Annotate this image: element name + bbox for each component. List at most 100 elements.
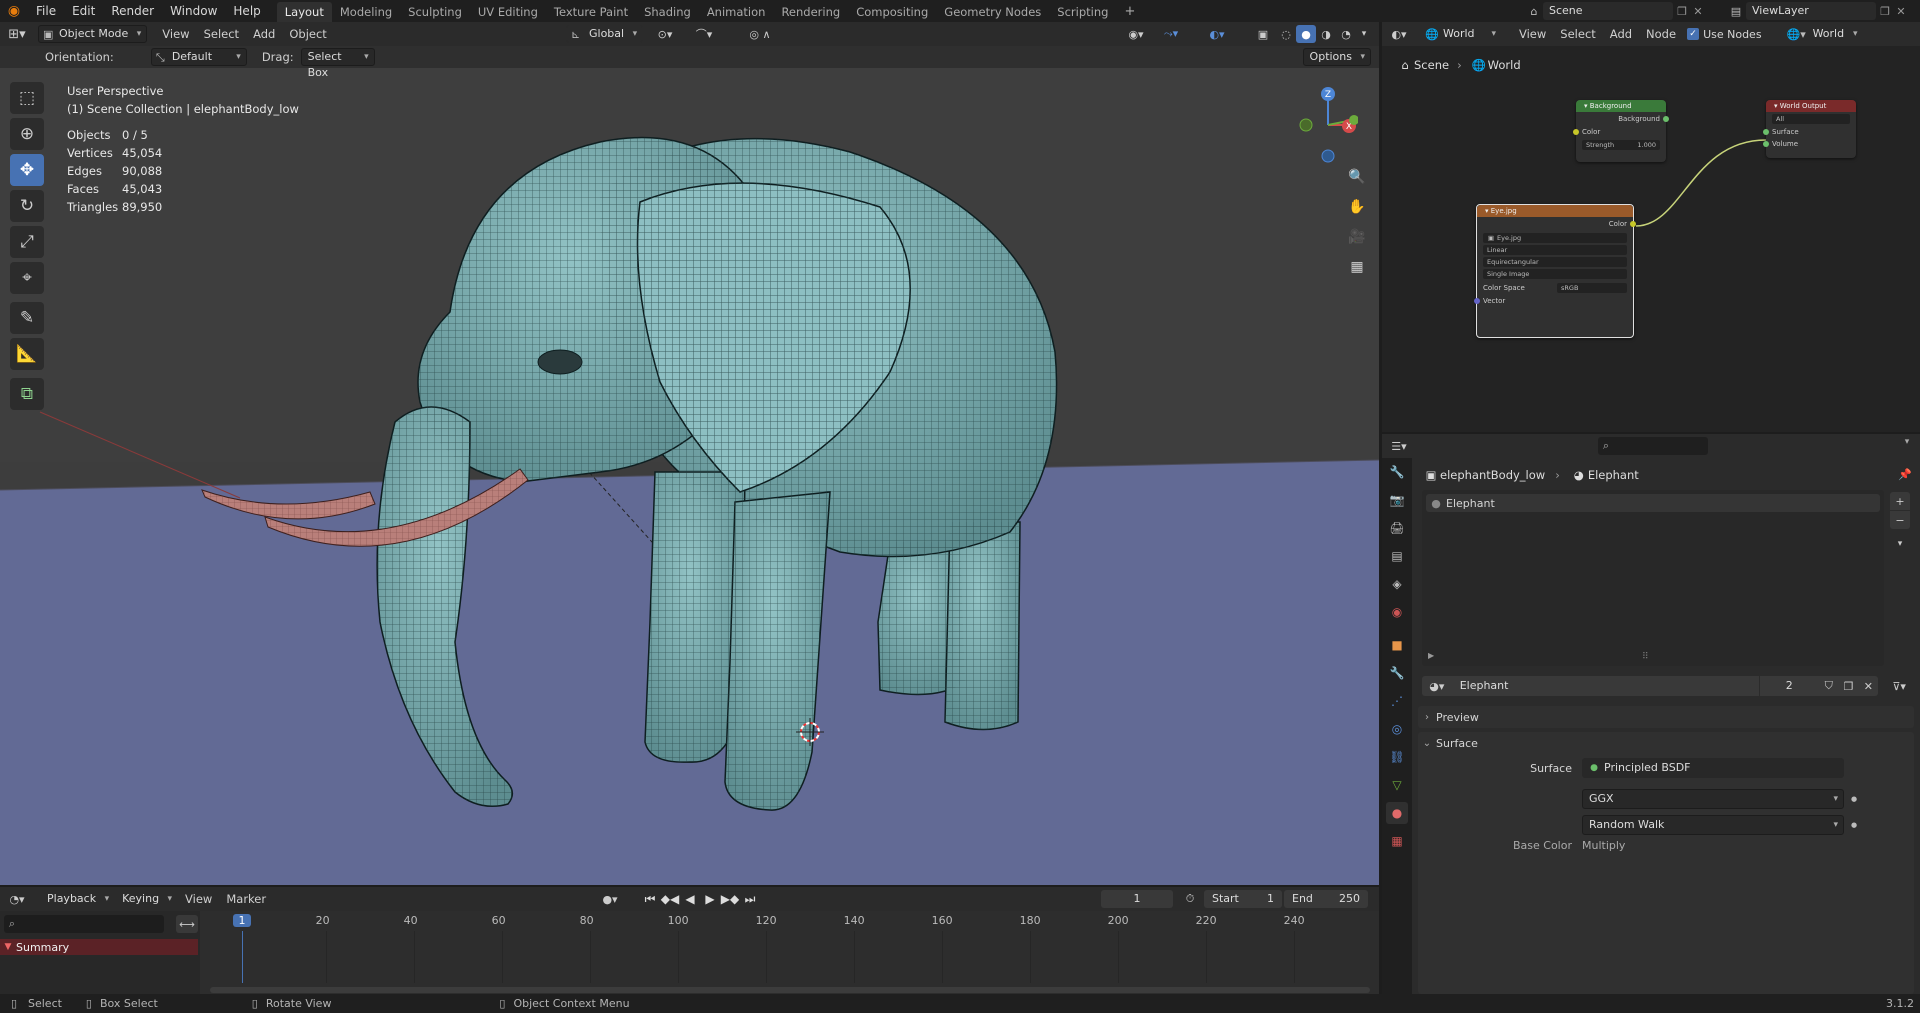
projection-dropdown[interactable]: Equirectangular — [1483, 257, 1627, 267]
tab-geometry-nodes[interactable]: Geometry Nodes — [936, 2, 1049, 22]
view-layer-selector[interactable]: ▤ ViewLayer ❐ ✕ — [1726, 2, 1908, 20]
world-output-node[interactable]: ▾ World Output All Surface Volume — [1763, 100, 1856, 158]
ortho-grid-icon[interactable]: ▦ — [1346, 256, 1368, 278]
cursor-tool-icon[interactable]: ⊕ — [10, 118, 44, 150]
end-frame-field[interactable]: End 250 — [1284, 890, 1368, 908]
copy-icon[interactable]: ❐ — [1673, 5, 1691, 18]
shader-node-editor[interactable]: ◐▾ 🌐 World View Select Add Node ✓ Use No… — [1382, 22, 1920, 432]
copy-icon[interactable]: ❐ — [1876, 5, 1894, 18]
start-frame-field[interactable]: Start 1 — [1204, 890, 1282, 908]
current-frame-field[interactable]: 1 — [1101, 890, 1173, 908]
play-icon[interactable]: ▶ — [700, 892, 720, 906]
color-space-dropdown[interactable]: sRGB — [1557, 283, 1627, 293]
jump-start-icon[interactable]: ⏮ — [640, 892, 660, 907]
world-tab-icon[interactable]: ◉ — [1386, 601, 1408, 623]
menu-view[interactable]: View — [178, 892, 219, 906]
tool-tab-icon[interactable]: 🔧 — [1386, 461, 1408, 483]
annotate-tool-icon[interactable]: ✎ — [10, 302, 44, 334]
next-keyframe-icon[interactable]: ▶◆ — [720, 892, 740, 906]
menu-help[interactable]: Help — [225, 0, 268, 22]
render-tab-icon[interactable]: 📷 — [1386, 489, 1408, 511]
xray-icon[interactable]: ▣ — [1254, 25, 1272, 43]
shading-options-icon[interactable]: ▾ — [1356, 25, 1372, 43]
transform-orientation-dropdown[interactable]: ⊾ Global — [566, 25, 644, 43]
3d-viewport[interactable]: ⊞▾ ▣ Object Mode View Select Add Object … — [0, 22, 1379, 885]
editor-type-icon[interactable]: ☰▾ — [1382, 440, 1416, 453]
timeline-scrollbar[interactable] — [210, 987, 1370, 993]
menu-marker[interactable]: Marker — [219, 892, 273, 906]
proportional-edit-icon[interactable]: ◎ ∧ — [740, 25, 780, 43]
material-tab-icon[interactable]: ● — [1386, 802, 1408, 824]
physics-tab-icon[interactable]: ◎ — [1386, 718, 1408, 740]
timeline-area[interactable]: 1 20 40 60 80 100 120 140 160 180 200 220 240 — [200, 911, 1379, 998]
zoom-icon[interactable]: 🔍 — [1346, 166, 1368, 188]
snap-icon[interactable]: ⌒▾ — [686, 25, 722, 43]
texture-tab-icon[interactable]: ▦ — [1386, 830, 1408, 852]
properties-search-input[interactable]: ⌕ — [1598, 437, 1708, 455]
menu-render[interactable]: Render — [103, 0, 162, 22]
close-icon[interactable]: ✕ — [1691, 5, 1705, 18]
menu-view[interactable]: View — [155, 27, 196, 41]
input-socket[interactable] — [1763, 141, 1769, 147]
material-name-field[interactable]: Elephant — [1451, 676, 1759, 696]
strength-field[interactable]: Strength 1.000 — [1582, 140, 1660, 150]
tab-shading[interactable]: Shading — [636, 2, 699, 22]
distribution-dropdown[interactable]: GGX — [1582, 789, 1844, 809]
duplicate-icon[interactable]: ❐ — [1838, 676, 1859, 696]
record-icon[interactable]: ●▾ — [598, 890, 622, 908]
collapse-icon[interactable]: ▾ — [1900, 437, 1914, 447]
orientation-dropdown[interactable]: ⤡ Default — [150, 48, 247, 66]
particles-tab-icon[interactable]: ⋰ — [1386, 690, 1408, 712]
summary-channel[interactable]: ▼ Summary — [0, 939, 198, 955]
material-shading-icon[interactable]: ◑ — [1316, 25, 1336, 43]
unlink-close-icon[interactable]: ✕ — [1858, 676, 1879, 696]
scene-name[interactable]: Scene — [1543, 2, 1673, 20]
close-icon[interactable]: ✕ — [1894, 5, 1908, 18]
prev-keyframe-icon[interactable]: ◆◀ — [660, 892, 680, 906]
measure-tool-icon[interactable]: 📐 — [10, 338, 44, 370]
scale-tool-icon[interactable]: ⤢ — [10, 226, 44, 258]
menu-file[interactable]: File — [28, 0, 64, 22]
pan-hand-icon[interactable]: ✋ — [1346, 196, 1368, 218]
play-reverse-icon[interactable]: ◀ — [680, 892, 700, 906]
input-socket[interactable] — [1763, 129, 1769, 135]
expand-arrow-icon[interactable]: ▶ — [1428, 651, 1434, 660]
fake-user-shield-icon[interactable]: ⛉ — [1818, 676, 1839, 696]
remove-slot-icon[interactable]: − — [1890, 511, 1910, 529]
data-tab-icon[interactable]: ▽ — [1386, 774, 1408, 796]
input-socket[interactable] — [1474, 298, 1480, 304]
view-layer-tab-icon[interactable]: ▤ — [1386, 545, 1408, 567]
constraints-tab-icon[interactable]: ⛓ — [1386, 746, 1408, 768]
tab-sculpting[interactable]: Sculpting — [400, 2, 470, 22]
input-socket[interactable] — [1573, 129, 1579, 135]
visibility-icon[interactable]: ◉▾ — [1123, 25, 1149, 43]
jump-end-icon[interactable]: ⏭ — [740, 892, 760, 907]
tab-rendering[interactable]: Rendering — [773, 2, 848, 22]
output-socket[interactable] — [1663, 116, 1669, 122]
subsurface-method-dropdown[interactable]: Random Walk — [1582, 815, 1844, 835]
overlays-icon[interactable]: ◐▾ — [1204, 25, 1230, 43]
options-dropdown[interactable]: Options — [1302, 48, 1371, 66]
blender-logo-icon[interactable]: ◉ — [0, 0, 28, 22]
mode-dropdown[interactable]: ▣ Object Mode — [38, 25, 148, 43]
wireframe-shading-icon[interactable]: ◌ — [1276, 25, 1296, 43]
tab-animation[interactable]: Animation — [699, 2, 774, 22]
scene-tab-icon[interactable]: ◈ — [1386, 573, 1408, 595]
solid-shading-icon[interactable]: ● — [1296, 25, 1316, 43]
menu-select[interactable]: Select — [197, 27, 246, 41]
object-tab-icon[interactable]: ■ — [1386, 634, 1408, 656]
menu-object[interactable]: Object — [282, 27, 333, 41]
animate-dot-icon[interactable]: ● — [1844, 821, 1864, 829]
add-cube-tool-icon[interactable]: ⧉ — [10, 378, 44, 410]
select-box-tool-icon[interactable]: ⬚ — [10, 82, 44, 114]
keying-menu[interactable]: Keying — [115, 890, 178, 908]
tab-texture-paint[interactable]: Texture Paint — [546, 2, 636, 22]
rendered-shading-icon[interactable]: ◔ — [1336, 25, 1356, 43]
rotate-tool-icon[interactable]: ↻ — [10, 190, 44, 222]
surface-shader-field[interactable]: ● Principled BSDF — [1582, 758, 1844, 778]
source-dropdown[interactable]: Single Image — [1483, 269, 1627, 279]
pivot-point-icon[interactable]: ⊙▾ — [652, 25, 678, 43]
material-slot-item[interactable]: ● Elephant — [1426, 494, 1880, 512]
editor-type-icon[interactable]: ⊞▾ — [0, 27, 34, 42]
drag-dropdown[interactable]: Select Box — [300, 48, 375, 79]
